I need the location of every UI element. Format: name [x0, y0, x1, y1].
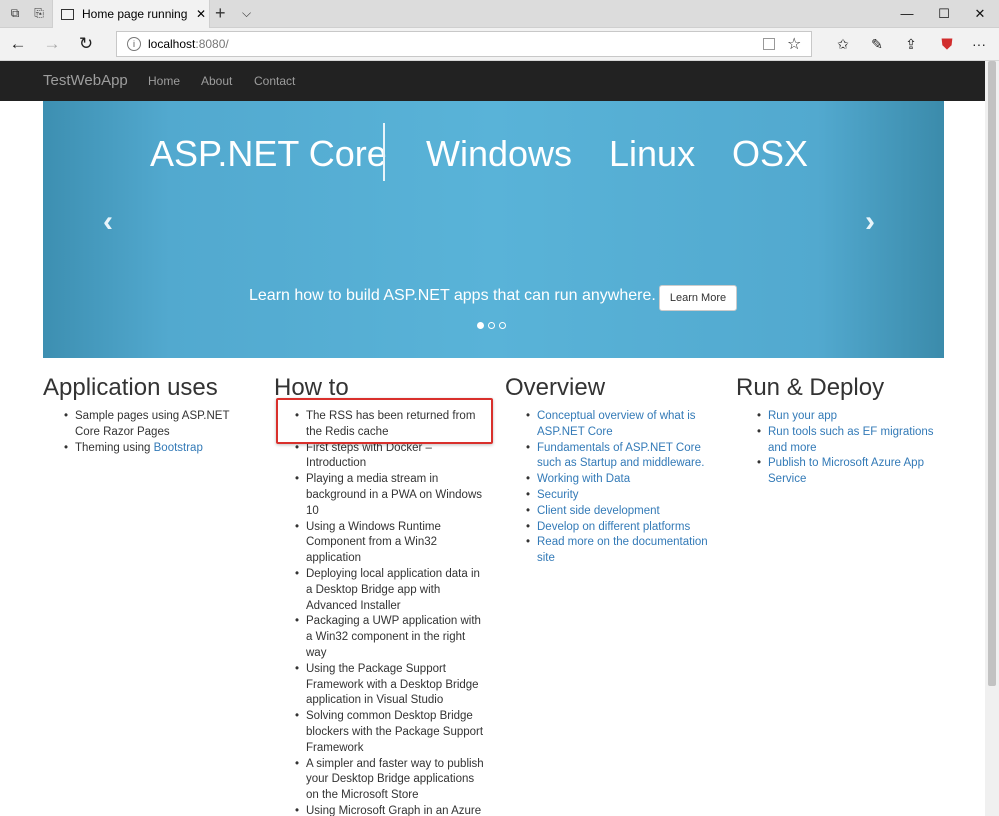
section-run-deploy: Run & Deploy Run your app Run tools such…: [736, 373, 946, 488]
more-menu-icon[interactable]: ···: [968, 34, 990, 54]
overview-link-conceptual[interactable]: Conceptual overview of what is ASP.NET C…: [537, 410, 696, 438]
list-item-text: Theming using: [75, 441, 154, 454]
learn-more-button[interactable]: Learn More: [659, 285, 737, 311]
minimize-icon[interactable]: —: [889, 0, 925, 27]
carousel-heading-windows: Windows: [426, 133, 573, 174]
carousel-next-icon[interactable]: ›: [865, 205, 875, 239]
carousel-indicators: [477, 322, 506, 329]
list-item: Playing a media stream in background in …: [295, 472, 484, 519]
scrollbar-thumb[interactable]: [988, 61, 996, 686]
list-item: Run tools such as EF migrations and more: [757, 425, 946, 457]
url-port: :8080/: [195, 37, 229, 51]
new-tab-icon[interactable]: +: [215, 3, 226, 23]
list-item: Conceptual overview of what is ASP.NET C…: [526, 409, 715, 441]
list-item: Packaging a UWP application with a Win32…: [295, 614, 484, 661]
url-host: localhost: [148, 37, 196, 51]
tab-preview-chevron-icon[interactable]: ⌵: [242, 3, 251, 23]
overview-link-security[interactable]: Security: [537, 489, 579, 501]
list-item: Security: [526, 488, 715, 504]
carousel-heading-aspnet: ASP.NET Core: [150, 133, 387, 174]
nav-link-contact[interactable]: Contact: [254, 74, 295, 88]
publish-azure-link[interactable]: Publish to Microsoft Azure App Service: [768, 457, 924, 485]
annotation-highlight-box: [276, 398, 493, 444]
section-overview: Overview Conceptual overview of what is …: [505, 373, 715, 567]
list-item: Read more on the documentation site: [526, 535, 715, 567]
page-scrollbar[interactable]: [985, 61, 999, 816]
list-item: Using a Windows Runtime Component from a…: [295, 520, 484, 567]
section-application-uses: Application uses Sample pages using ASP.…: [43, 373, 253, 456]
carousel-heading-osx: OSX: [732, 133, 809, 174]
share-icon[interactable]: ⇪: [900, 34, 922, 54]
favorites-hub-icon[interactable]: ✩: [832, 34, 854, 54]
url-text: localhost:8080/: [148, 37, 229, 51]
overview-link-docs[interactable]: Read more on the documentation site: [537, 536, 708, 564]
browser-address-bar: ← → ↻ i localhost:8080/ ☆ ✩ ✎ ⇪ ⛊ ···: [0, 28, 999, 61]
carousel-indicator-1[interactable]: [477, 322, 484, 329]
forward-icon[interactable]: →: [40, 33, 64, 55]
section-title-run-deploy: Run & Deploy: [736, 374, 885, 401]
carousel-indicator-3[interactable]: [499, 322, 506, 329]
carousel-prev-icon[interactable]: ‹: [103, 205, 113, 239]
overview-link-client-side[interactable]: Client side development: [537, 505, 660, 517]
tab-set-aside-icon[interactable]: ⧉: [2, 0, 28, 27]
url-input[interactable]: i localhost:8080/ ☆: [116, 31, 812, 57]
back-icon[interactable]: ←: [6, 33, 30, 55]
shield-extension-icon[interactable]: ⛊: [936, 34, 958, 54]
list-item: Run your app: [757, 409, 946, 425]
list-item: Deploying local application data in a De…: [295, 567, 484, 614]
list-item: Sample pages using ASP.NET Core Razor Pa…: [64, 409, 253, 441]
section-title-overview: Overview: [505, 374, 606, 401]
overview-link-data[interactable]: Working with Data: [537, 473, 630, 485]
browser-tab-home[interactable]: Home page running ins ✕: [52, 0, 210, 28]
overview-list: Conceptual overview of what is ASP.NET C…: [505, 409, 715, 567]
carousel-divider: [383, 123, 385, 181]
list-item: Develop on different platforms: [526, 520, 715, 536]
window-close-icon[interactable]: ✕: [962, 0, 998, 27]
list-item: Working with Data: [526, 472, 715, 488]
run-app-link[interactable]: Run your app: [768, 410, 837, 422]
carousel-caption: Learn how to build ASP.NET apps that can…: [249, 287, 656, 304]
refresh-icon[interactable]: ↻: [74, 33, 98, 55]
bootstrap-link[interactable]: Bootstrap: [154, 442, 203, 454]
list-item: A simpler and faster way to publish your…: [295, 757, 484, 804]
browser-tab-bar: ⧉ ⎘ Home page running ins ✕ + ⌵ — ☐ ✕: [0, 0, 999, 28]
tabs-aside-icon[interactable]: ⎘: [26, 0, 52, 27]
list-item: Using the Package Support Framework with…: [295, 662, 484, 709]
run-deploy-list: Run your app Run tools such as EF migrat…: [736, 409, 946, 488]
carousel-heading-linux: Linux: [609, 133, 696, 174]
maximize-icon[interactable]: ☐: [926, 0, 962, 27]
application-uses-list: Sample pages using ASP.NET Core Razor Pa…: [43, 409, 253, 456]
carousel-indicator-2[interactable]: [488, 322, 495, 329]
page-viewport: TestWebApp Home About Contact ASP.NET Co…: [0, 61, 985, 816]
list-item: Publish to Microsoft Azure App Service: [757, 456, 946, 488]
reading-view-icon[interactable]: [763, 38, 775, 50]
list-item: Theming using Bootstrap: [64, 441, 253, 457]
favorite-star-icon[interactable]: ☆: [787, 34, 801, 54]
overview-link-platforms[interactable]: Develop on different platforms: [537, 521, 690, 533]
how-to-list: The RSS has been returned from the Redis…: [274, 409, 484, 816]
tab-close-icon[interactable]: ✕: [196, 7, 206, 21]
section-title-application-uses: Application uses: [43, 374, 218, 401]
site-brand-link[interactable]: TestWebApp: [43, 72, 128, 89]
list-item: Client side development: [526, 504, 715, 520]
hero-carousel: ASP.NET Core Windows Linux OSX ‹ › Learn…: [43, 101, 944, 358]
list-item: Solving common Desktop Bridge blockers w…: [295, 709, 484, 756]
list-item: Using Microsoft Graph in an Azure: [295, 804, 484, 816]
run-tools-link[interactable]: Run tools such as EF migrations and more: [768, 426, 934, 454]
list-item: Fundamentals of ASP.NET Core such as Sta…: [526, 441, 715, 473]
nav-link-home[interactable]: Home: [148, 74, 180, 88]
pen-notes-icon[interactable]: ✎: [866, 34, 888, 54]
tab-title: Home page running ins: [82, 7, 190, 21]
overview-link-fundamentals[interactable]: Fundamentals of ASP.NET Core such as Sta…: [537, 442, 704, 470]
list-item: First steps with Docker – Introduction: [295, 441, 484, 473]
site-info-icon[interactable]: i: [127, 37, 141, 51]
site-navbar: TestWebApp Home About Contact: [0, 61, 985, 101]
page-icon: [61, 8, 74, 20]
nav-link-about[interactable]: About: [201, 74, 232, 88]
